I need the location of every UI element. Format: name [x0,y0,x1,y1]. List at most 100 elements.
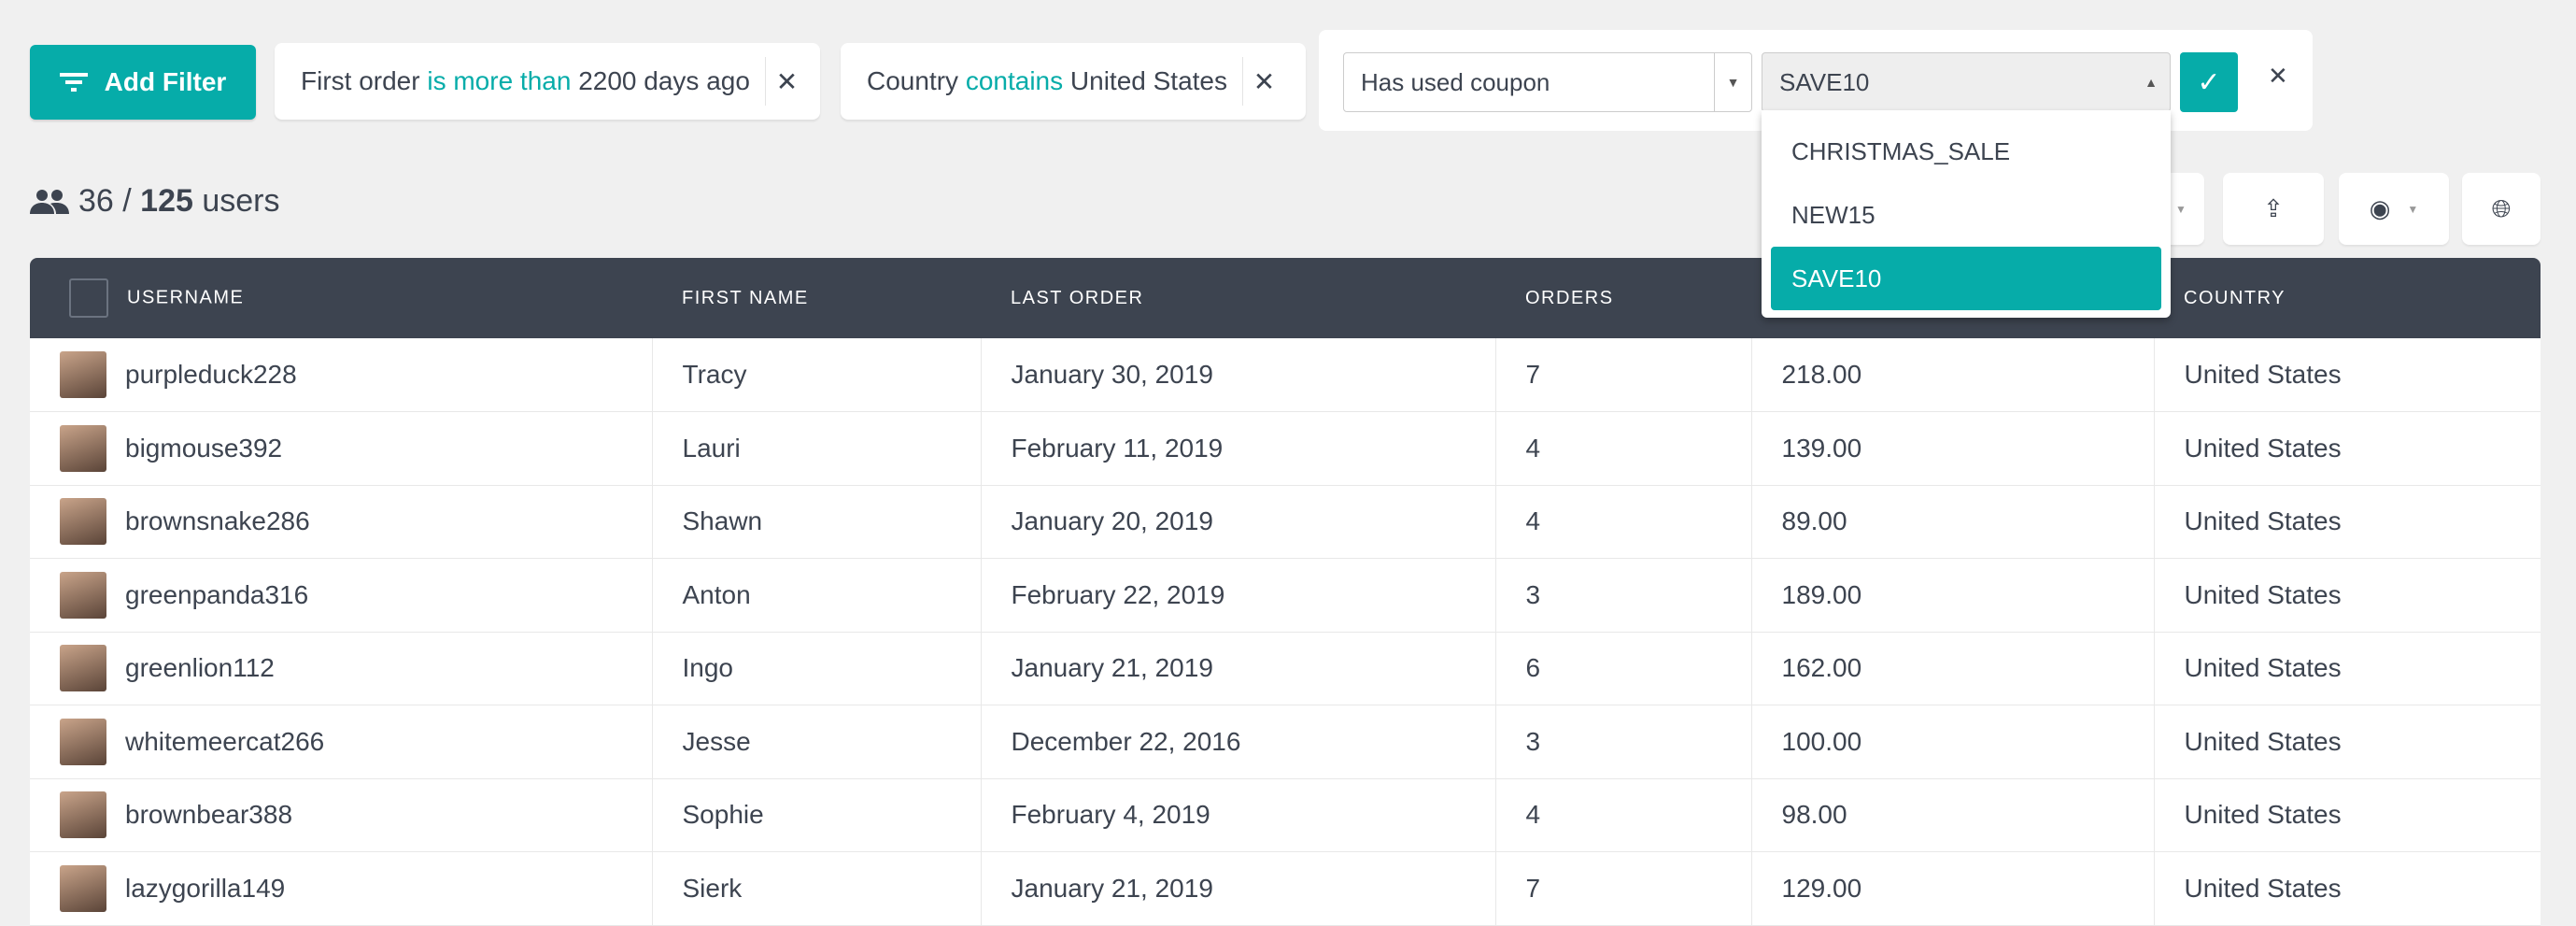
cell-first-name: Shawn [651,485,981,559]
avatar [60,571,106,619]
cell-username: purpleduck228 [30,338,652,412]
cell-total: 100.00 [1750,705,2154,778]
cell-country: United States [2153,485,2541,559]
column-username[interactable]: USERNAME [30,258,652,338]
column-first-name[interactable]: FIRST NAME [652,258,981,338]
username[interactable]: whitemeercat266 [125,727,324,757]
cell-total: 189.00 [1750,558,2154,632]
username[interactable]: lazygorilla149 [125,874,285,904]
cell-country: United States [2153,851,2541,925]
cell-last-order: February 22, 2019 [980,558,1495,632]
table-row[interactable]: whitemeercat266 Jesse December 22, 2016 3 10… [30,705,2541,779]
cell-total: 98.00 [1750,778,2154,852]
cell-last-order: January 20, 2019 [980,485,1495,559]
username[interactable]: brownsnake286 [125,506,310,536]
table-row[interactable]: brownsnake286 Shawn January 20, 2019 4 89.00… [30,485,2541,559]
users-icon [30,189,69,214]
cell-country: United States [2153,558,2541,632]
table-row[interactable]: purpleduck228 Tracy January 30, 2019 7 218.0… [30,338,2541,412]
table-row[interactable]: greenlion112 Ingo January 21, 2019 6 162.00 U… [30,632,2541,705]
cell-country: United States [2153,411,2541,485]
avatar [60,498,106,546]
cell-username: whitemeercat266 [30,705,652,779]
table-row[interactable]: lazygorilla149 Sierk January 21, 2019 7 129.… [30,851,2541,926]
remove-filter-close-icon[interactable]: ✕ [1242,57,1285,106]
cell-username: brownbear388 [30,778,652,852]
cell-username: lazygorilla149 [30,852,652,926]
cell-orders: 7 [1494,851,1751,925]
cell-last-order: January 21, 2019 [980,851,1495,925]
cell-first-name: Tracy [651,338,981,412]
filter-value: 2200 days ago [578,66,750,95]
remove-filter-close-icon[interactable]: ✕ [764,57,808,106]
filter-field: First order [301,66,420,95]
check-icon: ✓ [2197,66,2221,98]
column-orders[interactable]: ORDERS [1495,258,1751,338]
export-button[interactable]: ⇪ [2223,173,2324,245]
table-row[interactable]: brownbear388 Sophie February 4, 2019 4 98.00… [30,778,2541,852]
cell-username: bigmouse392 [30,412,652,486]
cell-first-name: Lauri [651,411,981,485]
filter-operator: is more than [427,66,572,95]
cell-total: 218.00 [1750,338,2154,412]
coupon-value-select[interactable]: SAVE10 ▲ [1762,52,2171,112]
dropdown-option[interactable]: CHRISTMAS_SALE [1771,120,2161,183]
username[interactable]: greenlion112 [125,653,275,683]
caret-down-icon: ▼ [2407,202,2419,216]
filter-field-select[interactable]: Has used coupon ▼ [1343,52,1752,112]
coupon-value: SAVE10 [1779,67,1870,96]
cancel-filter-close-icon[interactable]: ✕ [2268,62,2288,91]
filter-chip-first-order[interactable]: First order is more than 2200 days ago ✕ [275,43,820,120]
avatar [60,718,106,765]
cell-total: 162.00 [1750,632,2154,705]
caret-down-icon: ▼ [2175,202,2187,216]
globe-button[interactable]: 🌐︎ [2462,173,2541,245]
cell-first-name: Sophie [651,778,981,852]
cell-first-name: Jesse [651,705,981,778]
filter-field-value: Has used coupon [1361,67,1550,96]
table-row[interactable]: bigmouse392 Lauri February 11, 2019 4 139.00… [30,411,2541,486]
cell-country: United States [2153,705,2541,778]
visibility-button[interactable]: ◉ ▼ [2339,173,2449,245]
eye-icon: ◉ [2369,194,2391,222]
username[interactable]: purpleduck228 [125,360,297,390]
column-last-order[interactable]: LAST ORDER [981,258,1495,338]
filter-chip-country[interactable]: Country contains United States ✕ [841,43,1306,120]
cell-username: greenpanda316 [30,559,652,633]
avatar [60,351,106,398]
cell-orders: 7 [1494,338,1751,412]
cell-orders: 4 [1494,485,1751,559]
cell-last-order: January 30, 2019 [980,338,1495,412]
avatar [60,424,106,472]
export-icon: ⇪ [2263,194,2284,222]
username[interactable]: brownbear388 [125,800,292,830]
dropdown-option-selected[interactable]: SAVE10 [1771,247,2161,310]
dropdown-option[interactable]: NEW15 [1771,183,2161,247]
username[interactable]: bigmouse392 [125,434,282,463]
cell-orders: 4 [1494,778,1751,852]
users-table: USERNAME FIRST NAME LAST ORDER ORDERS CO… [30,258,2541,926]
select-all-checkbox[interactable] [69,278,108,318]
cell-orders: 4 [1494,411,1751,485]
cell-first-name: Anton [651,558,981,632]
cell-total: 139.00 [1750,411,2154,485]
caret-up-icon: ▲ [2144,75,2158,90]
cell-total: 89.00 [1750,485,2154,559]
avatar [60,791,106,839]
cell-country: United States [2153,778,2541,852]
filter-value: United States [1069,66,1228,95]
cell-orders: 6 [1494,632,1751,705]
cell-last-order: February 4, 2019 [980,778,1495,852]
add-filter-button[interactable]: Add Filter [30,45,256,120]
table-row[interactable]: greenpanda316 Anton February 22, 2019 3 189.… [30,558,2541,633]
cell-orders: 3 [1494,705,1751,778]
username[interactable]: greenpanda316 [125,580,308,610]
apply-filter-check-button[interactable]: ✓ [2180,52,2238,112]
add-filter-label: Add Filter [104,67,227,96]
cell-last-order: January 21, 2019 [980,632,1495,705]
cell-last-order: February 11, 2019 [980,411,1495,485]
avatar [60,864,106,912]
filter-operator: contains [965,66,1064,95]
column-country[interactable]: COUNTRY [2154,258,2541,338]
cell-last-order: December 22, 2016 [980,705,1495,778]
